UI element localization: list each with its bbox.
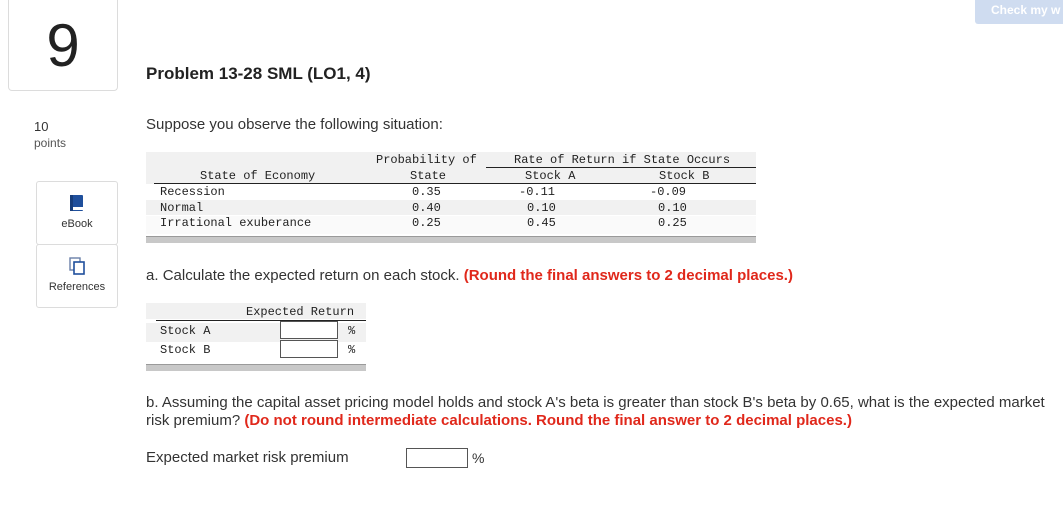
stock-a-expected-return-input[interactable] — [280, 321, 338, 339]
part-a-label: a. — [146, 267, 159, 284]
row-prob: 0.35 — [412, 185, 441, 199]
market-risk-premium-unit: % — [472, 450, 485, 466]
stock-b-label: Stock B — [160, 343, 211, 357]
row-prob: 0.25 — [412, 216, 441, 230]
part-b-instruction: (Do not round intermediate calculations.… — [244, 412, 852, 429]
part-a-instruction: (Round the final answers to 2 decimal pl… — [463, 267, 793, 284]
header-probability-line2: State — [410, 169, 447, 183]
points-label: points — [34, 136, 67, 150]
header-state: State of Economy — [200, 169, 316, 183]
expected-return-table: Expected Return Stock A % Stock B % — [146, 303, 366, 371]
market-risk-premium-label: Expected market risk premium — [146, 449, 349, 466]
row-stock-b: -0.09 — [650, 185, 687, 199]
header-stock-b: Stock B — [659, 169, 710, 183]
market-risk-premium-input[interactable] — [406, 448, 468, 468]
references-label: References — [48, 281, 106, 293]
table-bottom-rule — [146, 236, 756, 243]
returns-table: Probability of State Rate of Return if S… — [146, 150, 756, 243]
header-underline — [486, 167, 756, 168]
row-stock-b: 0.25 — [658, 216, 687, 230]
problem-prompt: Suppose you observe the following situat… — [146, 116, 443, 133]
row-state: Normal — [160, 201, 204, 215]
part-a-text: Calculate the expected return on each st… — [162, 267, 460, 284]
row-state: Irrational exuberance — [160, 216, 312, 230]
part-b-question: b. Assuming the capital asset pricing mo… — [146, 394, 1046, 430]
references-button[interactable]: References — [36, 244, 118, 308]
row-stock-a: 0.10 — [527, 201, 556, 215]
row-stock-b: 0.10 — [658, 201, 687, 215]
question-number: 9 — [8, 0, 118, 91]
book-icon — [70, 195, 83, 211]
stock-b-expected-return-input[interactable] — [280, 340, 338, 358]
table-bottom-rule — [146, 364, 366, 371]
copy-documents-icon — [69, 257, 85, 275]
part-b-label: b. — [146, 394, 159, 411]
stock-a-label: Stock A — [160, 324, 211, 338]
points-value: 10 — [34, 119, 49, 134]
row-state: Recession — [160, 185, 225, 199]
header-rule — [154, 183, 756, 184]
row-stock-a: -0.11 — [519, 185, 556, 199]
part-a-question: a. Calculate the expected return on each… — [146, 267, 793, 284]
stock-b-unit: % — [348, 343, 356, 357]
problem-title: Problem 13-28 SML (LO1, 4) — [146, 64, 371, 83]
check-my-work-button[interactable]: Check my w — [975, 0, 1063, 24]
row-stock-a: 0.45 — [527, 216, 556, 230]
header-expected-return: Expected Return — [246, 305, 355, 319]
ebook-button[interactable]: eBook — [36, 181, 118, 245]
ebook-label: eBook — [61, 218, 93, 230]
header-rate-group: Rate of Return if State Occurs — [514, 153, 731, 167]
stock-a-unit: % — [348, 324, 356, 338]
row-prob: 0.40 — [412, 201, 441, 215]
header-stock-a: Stock A — [525, 169, 576, 183]
header-probability-line1: Probability of — [376, 153, 477, 167]
